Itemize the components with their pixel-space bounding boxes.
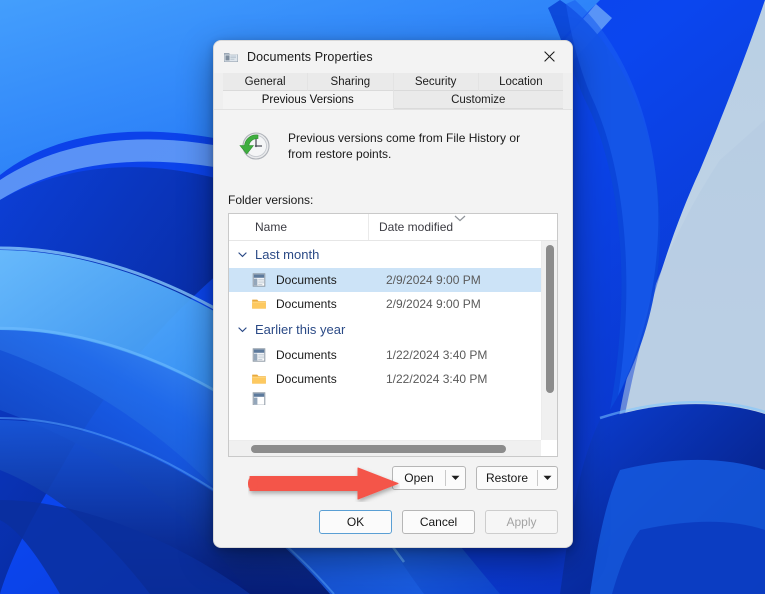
tab-general[interactable]: General	[223, 73, 309, 91]
group-header-earlier-this-year[interactable]: Earlier this year	[229, 316, 557, 343]
folder-versions-label: Folder versions:	[228, 193, 314, 207]
table-row[interactable]: Documents 2/9/2024 9:00 PM	[229, 292, 557, 316]
close-icon[interactable]	[527, 41, 572, 72]
dialog-footer: OK Cancel Apply	[214, 497, 572, 547]
row-name: Documents	[276, 372, 337, 386]
cancel-button[interactable]: Cancel	[402, 510, 475, 534]
tab-row-2: Previous Versions Customize	[223, 91, 563, 109]
apply-button: Apply	[485, 510, 558, 534]
chevron-down-icon	[238, 252, 247, 258]
clock-restore-icon	[239, 132, 270, 160]
folder-versions-list[interactable]: Name Date modified Last month Documents …	[228, 213, 558, 457]
column-header-name[interactable]: Name	[229, 214, 369, 240]
open-dropdown-button[interactable]	[446, 467, 465, 489]
restore-split-button[interactable]: Restore	[475, 466, 558, 490]
chevron-down-icon	[238, 327, 247, 333]
row-date-modified: 1/22/2024 3:40 PM	[386, 348, 488, 362]
tab-customize[interactable]: Customize	[393, 91, 563, 109]
desktop: Documents Properties General Sharing Sec…	[0, 0, 765, 594]
row-name: Documents	[276, 273, 337, 287]
tab-sharing[interactable]: Sharing	[308, 73, 394, 91]
sort-ascending-icon	[454, 215, 466, 222]
restore-dropdown-button[interactable]	[538, 467, 557, 489]
horizontal-scrollbar-thumb[interactable]	[251, 445, 506, 453]
document-file-icon	[252, 273, 266, 287]
dialog-body: Previous versions come from File History…	[214, 110, 572, 547]
open-split-button[interactable]: Open	[391, 466, 466, 490]
vertical-scrollbar-thumb[interactable]	[546, 245, 554, 393]
group-label: Last month	[255, 247, 320, 262]
tab-strip: General Sharing Security Location Previo…	[214, 73, 572, 110]
vertical-scrollbar[interactable]	[541, 241, 557, 440]
restore-button[interactable]: Restore	[477, 467, 537, 489]
table-row[interactable]: Documents 1/22/2024 3:40 PM	[229, 367, 557, 391]
info-text: Previous versions come from File History…	[288, 131, 521, 161]
row-name: Documents	[276, 297, 337, 311]
dialog-title: Documents Properties	[247, 50, 373, 64]
chevron-down-icon	[543, 475, 552, 480]
action-buttons-row: Open Restore	[228, 466, 558, 490]
group-label: Earlier this year	[255, 322, 346, 337]
open-button[interactable]: Open	[393, 467, 445, 489]
row-date-modified: 2/9/2024 9:00 PM	[386, 297, 481, 311]
document-file-icon	[252, 392, 266, 405]
tab-row-1: General Sharing Security Location	[223, 73, 563, 91]
horizontal-scrollbar[interactable]	[229, 440, 541, 456]
table-row[interactable]: Documents 1/22/2024 3:40 PM	[229, 343, 557, 367]
folder-icon	[252, 299, 266, 309]
dialog-titlebar: Documents Properties	[214, 41, 572, 73]
tab-security[interactable]: Security	[393, 73, 479, 91]
documents-properties-dialog: Documents Properties General Sharing Sec…	[213, 40, 573, 548]
folder-properties-icon	[224, 53, 238, 62]
ok-button[interactable]: OK	[319, 510, 392, 534]
column-header-date-modified[interactable]: Date modified	[369, 214, 529, 240]
tab-previous-versions[interactable]: Previous Versions	[223, 91, 394, 109]
document-file-icon	[252, 348, 266, 362]
chevron-down-icon	[451, 475, 460, 480]
table-row[interactable]: Documents 2/9/2024 9:00 PM	[229, 268, 557, 292]
row-name: Documents	[276, 348, 337, 362]
list-column-headers: Name Date modified	[229, 214, 557, 241]
row-date-modified: 1/22/2024 3:40 PM	[386, 372, 488, 386]
table-row-partial[interactable]	[229, 391, 557, 405]
group-header-last-month[interactable]: Last month	[229, 241, 557, 268]
tab-location[interactable]: Location	[478, 73, 563, 91]
row-date-modified: 2/9/2024 9:00 PM	[386, 273, 481, 287]
info-block: Previous versions come from File History…	[228, 128, 558, 163]
list-scroll-area: Last month Documents 2/9/2024 9:00 PM Do…	[229, 241, 557, 456]
folder-icon	[252, 374, 266, 384]
